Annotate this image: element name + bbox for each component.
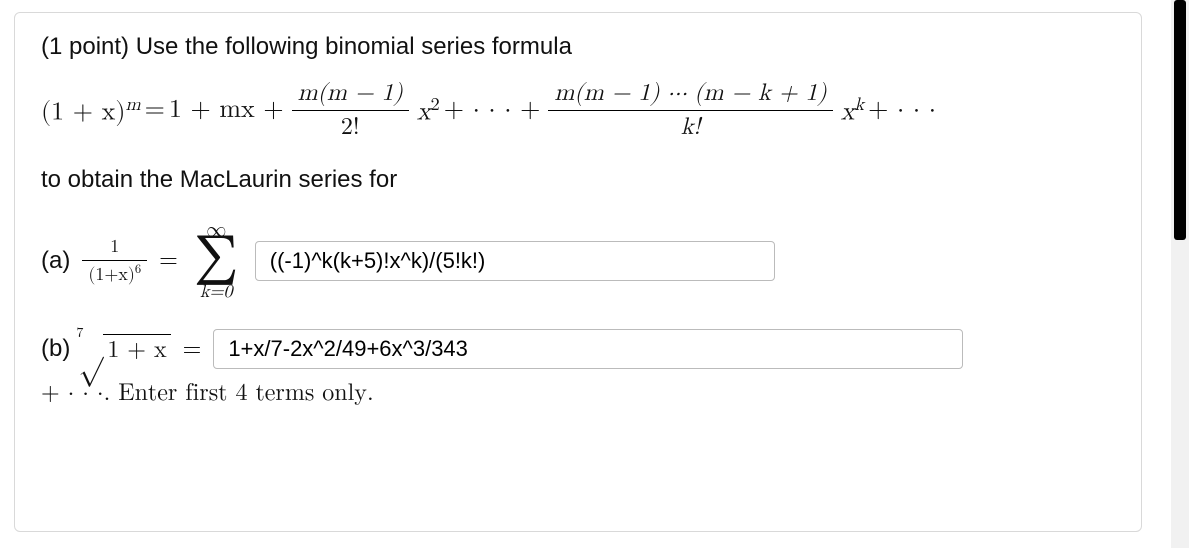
intro-line: (1 point) Use the following binomial ser…	[41, 33, 1115, 61]
part-a-row: (a) 1 (1+x)6 = ∞ ∑ k=0	[41, 220, 1115, 301]
intro-text: Use the following binomial series formul…	[136, 33, 572, 60]
part-b-label: (b)	[41, 335, 70, 363]
part-b-answer-input[interactable]	[213, 329, 963, 369]
part-b-tail: + · · ·. Enter first 4 terms only.	[41, 379, 1115, 408]
part-a-answer-input[interactable]	[255, 241, 775, 281]
vertical-scrollbar[interactable]	[1171, 0, 1189, 548]
frac-general-term: m(m − 1) ⋯ (m − k + 1) k!	[548, 79, 832, 142]
part-b-row: (b) 7 √1 + x =	[41, 329, 1115, 369]
lead-out: to obtain the MacLaurin series for	[41, 166, 1115, 194]
points-label: (1 point)	[41, 33, 129, 60]
part-a-lhs: 1 (1+x)6	[82, 236, 147, 286]
problem-card: (1 point) Use the following binomial ser…	[14, 12, 1142, 532]
summation-icon: ∞ ∑ k=0	[194, 220, 239, 301]
frac-m-m-1-over-2fact: m(m − 1) 2!	[292, 79, 409, 142]
binomial-formula: (1 + x)m = 1 + mx + m(m − 1) 2! x2 + · ·…	[41, 79, 1115, 142]
scrollbar-thumb[interactable]	[1174, 0, 1186, 240]
seventh-root: 7 √1 + x	[78, 331, 170, 367]
part-a-label: (a)	[41, 247, 70, 275]
